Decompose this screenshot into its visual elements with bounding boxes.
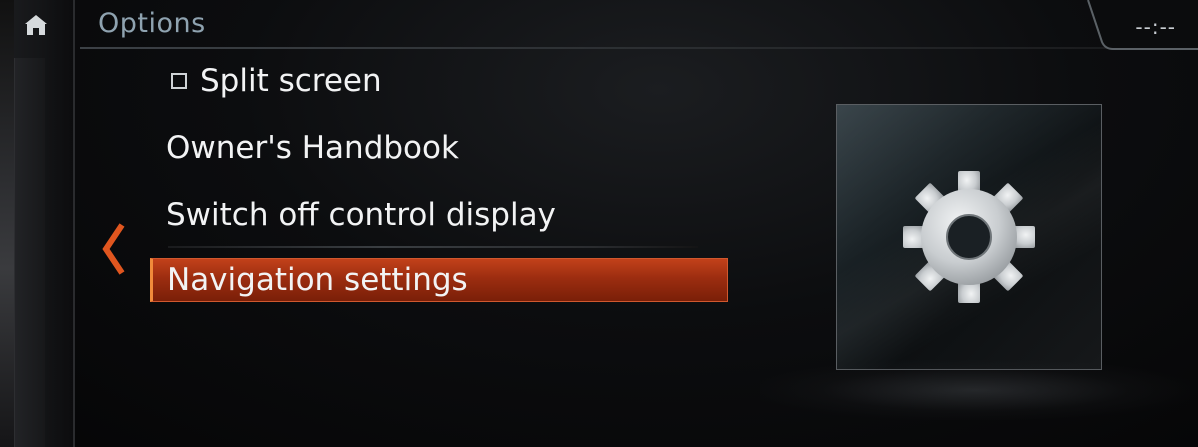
page-title: Options (98, 8, 206, 39)
home-button[interactable] (18, 8, 54, 42)
idrive-screen: Options --:-- Split screen Owner's Handb… (0, 0, 1198, 447)
chevron-left-icon[interactable] (100, 223, 128, 275)
scroll-track (14, 58, 45, 447)
menu-item-label: Owner's Handbook (166, 130, 459, 166)
split-screen-checkbox[interactable] (171, 73, 187, 89)
clock: --:-- (1135, 15, 1176, 39)
header-divider (80, 47, 1110, 49)
menu-item-navigation-settings[interactable]: Navigation settings (150, 258, 728, 302)
clock-tab: --:-- (1080, 0, 1198, 50)
menu-item-label: Navigation settings (167, 262, 468, 298)
menu-item-switch-off-display[interactable]: Switch off control display (150, 192, 728, 238)
home-icon (25, 15, 47, 35)
menu-item-split-screen[interactable]: Split screen (150, 58, 728, 104)
menu-item-label: Split screen (200, 63, 382, 99)
left-strip (0, 0, 75, 447)
preview-panel (836, 104, 1102, 370)
gear-icon (903, 171, 1035, 303)
menu-divider (168, 246, 698, 248)
menu-item-label: Switch off control display (166, 197, 556, 233)
menu-item-owners-handbook[interactable]: Owner's Handbook (150, 125, 728, 171)
floor-reflection (760, 360, 1190, 420)
